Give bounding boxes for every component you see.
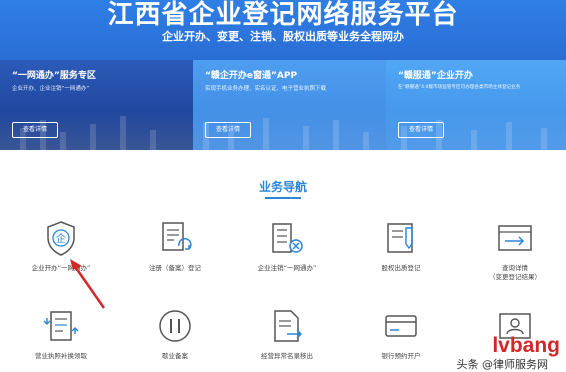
watermark-caption: 头条 @律师服务网 bbox=[456, 358, 549, 371]
watermark-logo: lvbang bbox=[492, 334, 560, 357]
annotation-arrow bbox=[70, 259, 106, 309]
